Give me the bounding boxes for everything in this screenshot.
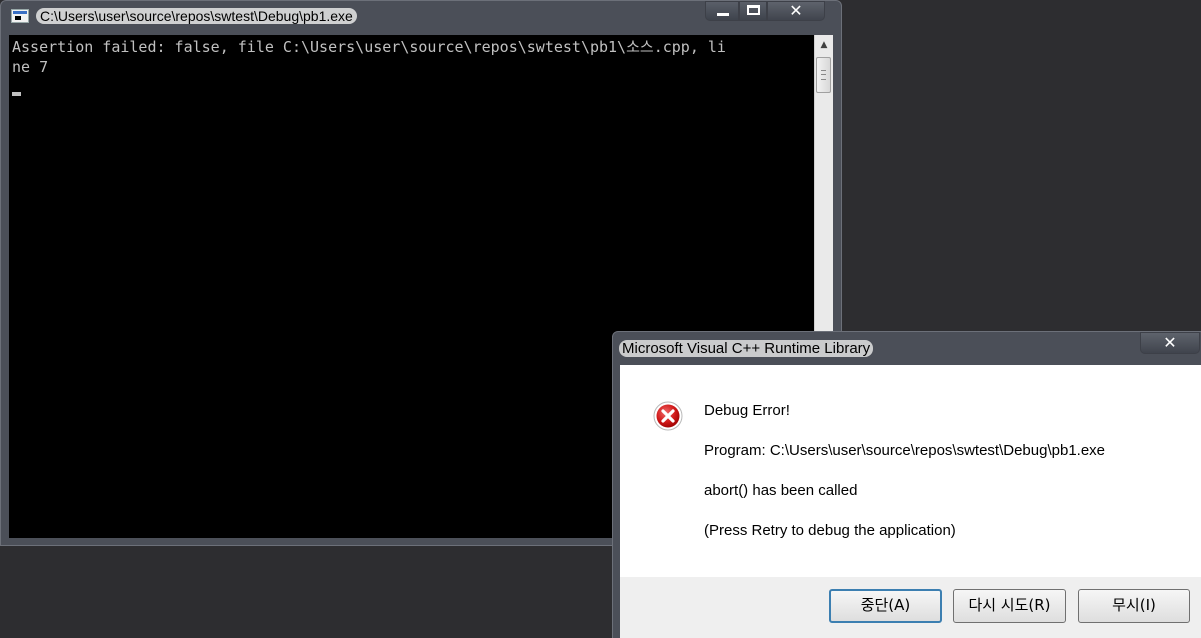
console-caption-buttons: ✕ [705, 1, 825, 21]
retry-hint: (Press Retry to debug the application) [704, 522, 956, 539]
debug-error-heading: Debug Error! [704, 402, 790, 419]
abort-button[interactable]: 중단(A) [829, 589, 942, 623]
console-output-text: Assertion failed: false, file C:\Users\u… [12, 38, 726, 76]
dialog-title: Microsoft Visual C++ Runtime Library [619, 340, 874, 357]
runtime-error-dialog: Microsoft Visual C++ Runtime Library ✕ D… [612, 331, 1201, 638]
dialog-close-button[interactable]: ✕ [1140, 332, 1200, 354]
close-icon: ✕ [1163, 333, 1177, 352]
minimize-button[interactable] [705, 1, 739, 21]
dialog-button-bar: 중단(A) 다시 시도(R) 무시(I) [620, 577, 1201, 638]
console-window-title: C:\Users\user\source\repos\swtest\Debug\… [36, 8, 357, 24]
scroll-up-arrow-icon[interactable]: ▲ [815, 35, 833, 55]
abort-message: abort() has been called [704, 482, 858, 499]
error-icon [653, 401, 683, 431]
dialog-body: Debug Error! Program: C:\Users\user\sour… [620, 365, 1201, 577]
retry-button[interactable]: 다시 시도(R) [953, 589, 1066, 623]
scrollbar-thumb[interactable] [816, 57, 831, 93]
console-app-icon[interactable] [11, 9, 29, 23]
console-close-button[interactable]: ✕ [767, 1, 825, 21]
scrollbar-grip-icon [821, 70, 826, 80]
console-cursor [12, 92, 21, 96]
close-icon: ✕ [789, 1, 803, 20]
program-path-line: Program: C:\Users\user\source\repos\swte… [704, 442, 1106, 459]
desktop: C:\Users\user\source\repos\swtest\Debug\… [0, 0, 1201, 638]
minimize-icon [717, 13, 729, 16]
maximize-button[interactable] [739, 1, 767, 21]
ignore-button[interactable]: 무시(I) [1078, 589, 1190, 623]
maximize-icon [747, 5, 760, 15]
